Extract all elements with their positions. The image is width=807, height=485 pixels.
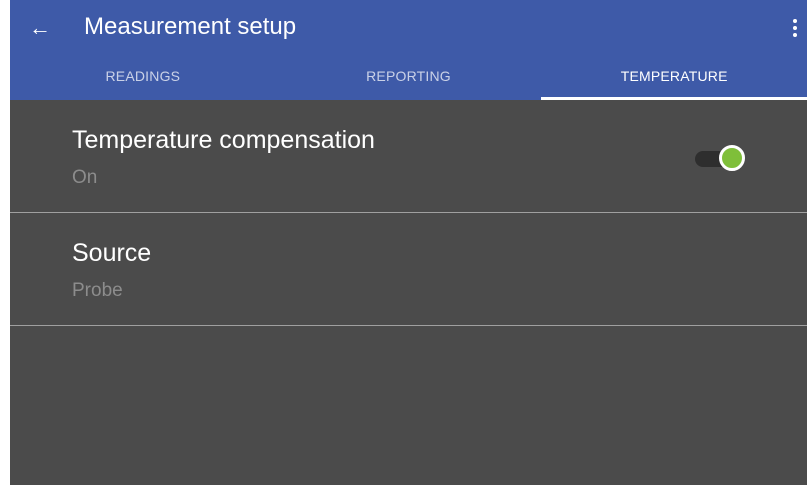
back-button[interactable]: ← — [24, 12, 56, 44]
arrow-left-icon: ← — [29, 15, 51, 40]
tab-temperature[interactable]: TEMPERATURE — [541, 60, 807, 100]
setting-temperature-compensation[interactable]: Temperature compensation On — [10, 100, 807, 213]
setting-title: Source — [72, 239, 152, 267]
tab-reporting[interactable]: REPORTING — [276, 60, 542, 100]
temperature-compensation-toggle[interactable] — [693, 144, 749, 174]
setting-title: Temperature compensation — [72, 126, 375, 154]
more-vertical-icon-dot — [793, 33, 797, 37]
tab-bar: READINGS REPORTING TEMPERATURE — [10, 60, 807, 100]
more-vertical-icon-dot — [793, 26, 797, 30]
more-vertical-icon-dot — [793, 19, 797, 23]
setting-source[interactable]: Source Probe — [10, 213, 807, 326]
app-bar: ← Measurement setup READINGS REPORTING T… — [10, 0, 807, 100]
setting-value: On — [72, 167, 98, 188]
tab-readings[interactable]: READINGS — [10, 60, 276, 100]
setting-value: Probe — [72, 280, 123, 301]
page-title: Measurement setup — [84, 13, 297, 40]
overflow-menu-button[interactable] — [787, 14, 803, 42]
toggle-thumb — [719, 145, 745, 171]
app-screen: ← Measurement setup READINGS REPORTING T… — [10, 0, 807, 485]
